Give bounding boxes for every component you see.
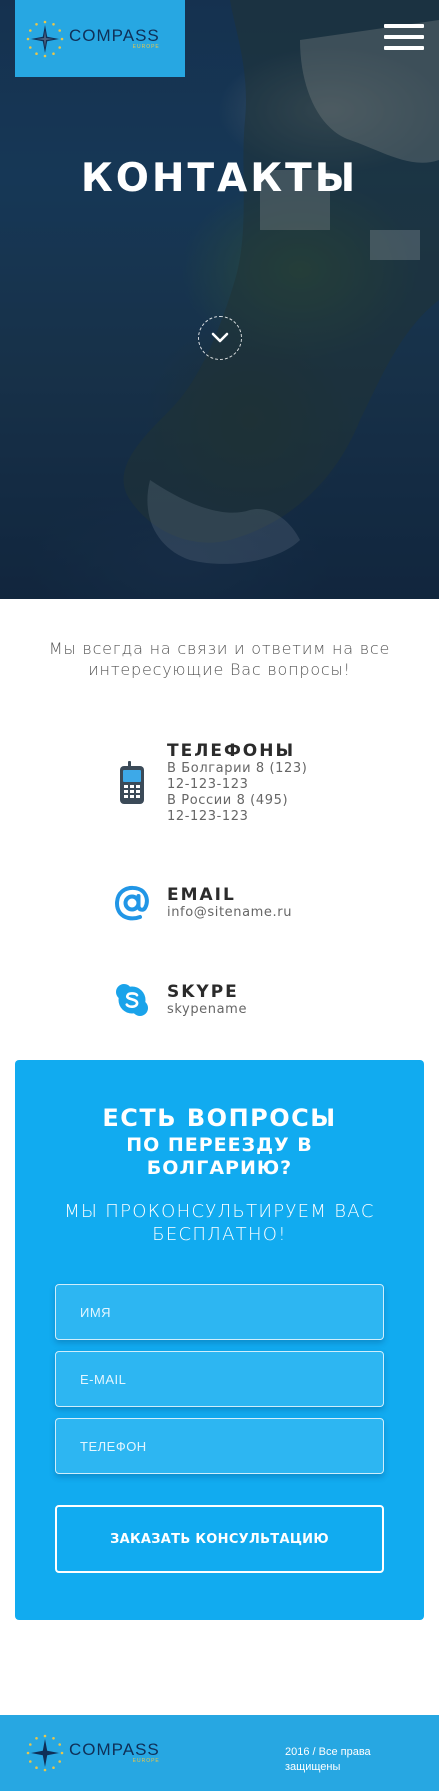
footer-copyright: 2016 / Все права защищены: [285, 1746, 371, 1773]
email-link[interactable]: info@sitename.ru: [167, 905, 292, 921]
logo-wordmark: COMPASS EUROPE: [69, 27, 160, 51]
phone-line: В Болгарии 8 (123): [167, 761, 308, 776]
contact-phones: ТЕЛЕФОНЫ В Болгарии 8 (123) 12-123-123 В…: [112, 741, 412, 825]
logo-name: COMPASS: [69, 1740, 160, 1759]
scroll-down-button[interactable]: [198, 316, 242, 360]
email-input[interactable]: [55, 1351, 384, 1407]
consultation-form-section: ЕСТЬ ВОПРОСЫ ПО ПЕРЕЕЗДУ В БОЛГАРИЮ? МЫ …: [15, 1060, 424, 1620]
phone-line: В России 8 (495): [167, 793, 289, 808]
cta-title: ЕСТЬ ВОПРОСЫ: [102, 1104, 337, 1132]
phone-number[interactable]: 12-123-123: [167, 809, 307, 825]
contact-email-body: EMAIL info@sitename.ru: [167, 885, 292, 921]
logo-wordmark: COMPASS EUROPE: [69, 1741, 160, 1765]
compass-logo-icon: [26, 20, 64, 57]
chevron-down-icon: [211, 332, 229, 343]
email-title: EMAIL: [167, 885, 236, 905]
phone-input[interactable]: [55, 1418, 384, 1474]
logo-name: COMPASS: [69, 25, 160, 45]
phones-title: ТЕЛЕФОНЫ: [167, 741, 296, 761]
mobile-phone-icon: [112, 761, 152, 805]
hamburger-menu-button[interactable]: [384, 24, 424, 50]
skype-icon: [112, 983, 152, 1017]
cta-free-text: МЫ ПРОКОНСУЛЬТИРУЕМ ВАС БЕСПЛАТНО!: [64, 1201, 375, 1245]
contact-phones-body: ТЕЛЕФОНЫ В Болгарии 8 (123) 12-123-123 В…: [167, 741, 307, 825]
at-sign-icon: [112, 884, 152, 922]
footer-logo[interactable]: COMPASS EUROPE: [25, 1733, 160, 1773]
cta-subtitle: ПО ПЕРЕЕЗДУ В БОЛГАРИЮ?: [126, 1134, 313, 1179]
header-logo[interactable]: COMPASS EUROPE: [15, 0, 185, 77]
logo-subtitle: EUROPE: [132, 43, 160, 50]
hamburger-icon-bar: [384, 35, 424, 39]
contact-skype-body: SKYPE skypename: [167, 982, 247, 1018]
phone-number[interactable]: 12-123-123: [167, 777, 307, 793]
order-consultation-button[interactable]: ЗАКАЗАТЬ КОНСУЛЬТАЦИЮ: [55, 1505, 384, 1573]
name-input[interactable]: [55, 1284, 384, 1340]
hamburger-icon-bar: [384, 24, 424, 28]
skype-title: SKYPE: [167, 982, 239, 1002]
contact-email: EMAIL info@sitename.ru: [112, 884, 412, 922]
intro-text: Мы всегда на связи и ответим на все инте…: [48, 639, 391, 679]
skype-link[interactable]: skypename: [167, 1002, 247, 1018]
hamburger-icon-bar: [384, 46, 424, 50]
logo-subtitle: EUROPE: [132, 1758, 160, 1764]
hero-overlay: [0, 0, 439, 599]
contact-skype: SKYPE skypename: [112, 982, 412, 1018]
hero-section: COMPASS EUROPE КОНТАКТЫ: [0, 0, 439, 599]
page-title: КОНТАКТЫ: [80, 156, 359, 201]
footer: COMPASS EUROPE 2016 / Все права защищены: [0, 1715, 439, 1791]
compass-logo-icon: [26, 1734, 64, 1772]
